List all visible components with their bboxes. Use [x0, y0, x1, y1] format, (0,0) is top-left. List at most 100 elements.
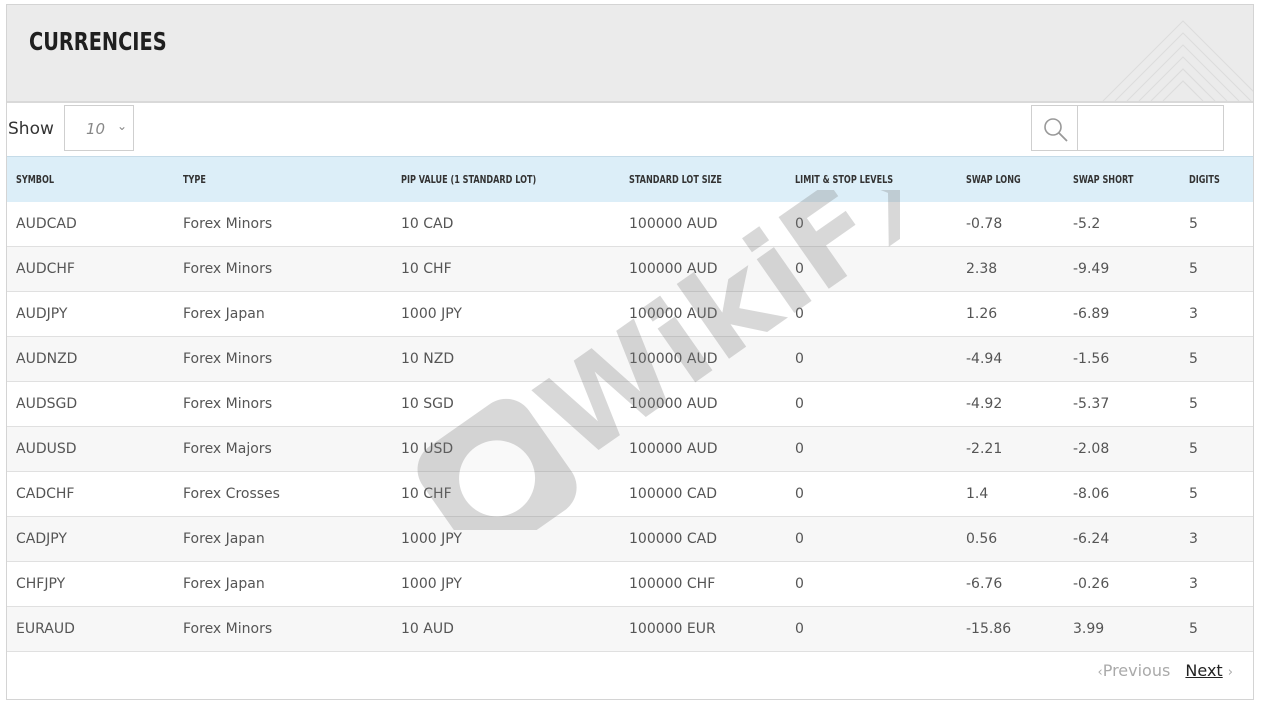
search-icon: [1044, 118, 1068, 142]
cell-type: Forex Minors: [183, 215, 273, 232]
cell-digits: 5: [1189, 441, 1198, 457]
table-row: CADCHF Forex Crosses 10 CHF 100000 CAD 0…: [7, 472, 1253, 517]
cell-lot-size: 100000 EUR: [629, 621, 716, 637]
cell-swap-long: 1.26: [966, 306, 998, 322]
cell-limit-stop: 0: [795, 576, 804, 592]
cell-type: Forex Minors: [183, 396, 273, 412]
column-header[interactable]: SWAP SHORT: [1064, 157, 1180, 202]
cell-digits: 5: [1189, 486, 1198, 502]
cell-digits: 3: [1189, 576, 1198, 592]
cell-digits: 5: [1189, 396, 1198, 412]
cell-limit-stop: 0: [795, 531, 804, 547]
cell-swap-long: -4.94: [966, 351, 1003, 367]
table-row: CADJPY Forex Japan 1000 JPY 100000 CAD 0…: [7, 516, 1253, 562]
cell-swap-short: -6.89: [1073, 306, 1110, 322]
show-label: Show: [8, 119, 54, 139]
search-input[interactable]: [1077, 105, 1224, 151]
cell-swap-long: -6.76: [966, 576, 1003, 592]
cell-limit-stop: 0: [795, 441, 804, 457]
cell-pip-value: 10 NZD: [401, 351, 455, 367]
cell-pip-value: 1000 JPY: [401, 306, 462, 322]
cell-digits: 5: [1189, 351, 1198, 367]
currencies-table: SYMBOL TYPE PIP VALUE (1 STANDARD LOT) S…: [7, 156, 1253, 652]
cell-swap-short: -0.26: [1073, 576, 1110, 592]
cell-pip-value: 10 CAD: [401, 215, 454, 232]
table-row: CHFJPY Forex Japan 1000 JPY 100000 CHF 0…: [7, 562, 1253, 607]
cell-limit-stop: 0: [795, 306, 804, 322]
chevron-down-icon: ⌄: [116, 119, 127, 133]
panel-header: CURRENCIES: [7, 5, 1253, 103]
cell-symbol: AUDCAD: [16, 215, 77, 232]
column-header[interactable]: DIGITS: [1180, 157, 1253, 202]
cell-swap-long: 0.56: [966, 531, 998, 547]
cell-digits: 5: [1189, 215, 1198, 232]
page-title: CURRENCIES: [29, 27, 167, 56]
table-row: EURAUD Forex Minors 10 AUD 100000 EUR 0 …: [7, 606, 1253, 652]
cell-swap-short: -6.24: [1073, 531, 1110, 547]
cell-swap-short: -5.37: [1073, 396, 1110, 412]
cell-type: Forex Crosses: [183, 486, 280, 502]
cell-swap-short: -9.49: [1073, 261, 1110, 277]
cell-type: Forex Japan: [183, 531, 265, 547]
column-header[interactable]: LIMIT & STOP LEVELS: [786, 157, 957, 202]
chevron-right-icon: ›: [1227, 665, 1233, 680]
cell-symbol: CHFJPY: [16, 576, 66, 592]
cell-symbol: CADCHF: [16, 486, 75, 502]
cell-swap-long: -15.86: [966, 621, 1012, 637]
cell-symbol: CADJPY: [16, 531, 67, 547]
cell-pip-value: 1000 JPY: [401, 531, 462, 547]
cell-type: Forex Minors: [183, 621, 273, 637]
table-row: AUDJPY Forex Japan 1000 JPY 100000 AUD 0…: [7, 292, 1253, 337]
cell-digits: 3: [1189, 531, 1198, 547]
cell-symbol: AUDNZD: [16, 351, 78, 367]
table-controls: Show 10 ⌄: [7, 103, 1253, 155]
column-header[interactable]: SYMBOL: [7, 157, 174, 202]
cell-pip-value: 10 CHF: [401, 261, 452, 277]
column-header[interactable]: STANDARD LOT SIZE: [620, 157, 786, 202]
table-header-row: SYMBOL TYPE PIP VALUE (1 STANDARD LOT) S…: [7, 156, 1253, 202]
cell-pip-value: 10 AUD: [401, 621, 454, 637]
previous-button[interactable]: ‹Previous: [1098, 661, 1171, 680]
table-row: AUDSGD Forex Minors 10 SGD 100000 AUD 0 …: [7, 382, 1253, 427]
cell-symbol: AUDUSD: [16, 441, 77, 457]
cell-swap-long: -2.21: [966, 441, 1003, 457]
pagination: ‹Previous Next ›: [1098, 661, 1234, 680]
cell-type: Forex Majors: [183, 441, 272, 457]
cell-lot-size: 100000 CHF: [629, 576, 716, 592]
cell-limit-stop: 0: [795, 621, 804, 637]
header-decoration: [1102, 20, 1253, 101]
cell-symbol: AUDCHF: [16, 261, 75, 277]
cell-digits: 3: [1189, 306, 1198, 322]
table-row: AUDUSD Forex Majors 10 USD 100000 AUD 0 …: [7, 426, 1253, 472]
search-button[interactable]: [1031, 105, 1078, 151]
cell-lot-size: 100000 AUD: [629, 351, 718, 367]
cell-symbol: EURAUD: [16, 621, 75, 637]
cell-type: Forex Japan: [183, 576, 265, 592]
cell-pip-value: 1000 JPY: [401, 576, 462, 592]
cell-swap-short: -2.08: [1073, 441, 1110, 457]
column-header[interactable]: SWAP LONG: [957, 157, 1064, 202]
cell-limit-stop: 0: [795, 351, 804, 367]
currencies-panel: CURRENCIES Show 10 ⌄ SYMBOL TYPE PIP VAL…: [6, 4, 1254, 700]
cell-limit-stop: 0: [795, 261, 804, 277]
cell-swap-short: -1.56: [1073, 351, 1110, 367]
cell-lot-size: 100000 CAD: [629, 531, 718, 547]
cell-pip-value: 10 USD: [401, 441, 454, 457]
cell-swap-long: -4.92: [966, 396, 1003, 412]
next-button[interactable]: Next: [1185, 661, 1222, 680]
cell-swap-long: 2.38: [966, 261, 998, 277]
cell-swap-short: -8.06: [1073, 486, 1110, 502]
cell-digits: 5: [1189, 261, 1198, 277]
cell-lot-size: 100000 AUD: [629, 306, 718, 322]
cell-lot-size: 100000 CAD: [629, 486, 718, 502]
table-row: AUDCHF Forex Minors 10 CHF 100000 AUD 0 …: [7, 246, 1253, 292]
table-row: AUDNZD Forex Minors 10 NZD 100000 AUD 0 …: [7, 336, 1253, 382]
cell-limit-stop: 0: [795, 396, 804, 412]
page-size-value: 10: [86, 120, 106, 138]
cell-symbol: AUDSGD: [16, 396, 78, 412]
column-header[interactable]: TYPE: [174, 157, 392, 202]
cell-pip-value: 10 CHF: [401, 486, 452, 502]
column-header[interactable]: PIP VALUE (1 STANDARD LOT): [392, 157, 620, 202]
page-size-select[interactable]: 10 ⌄: [64, 105, 134, 151]
cell-limit-stop: 0: [795, 486, 804, 502]
